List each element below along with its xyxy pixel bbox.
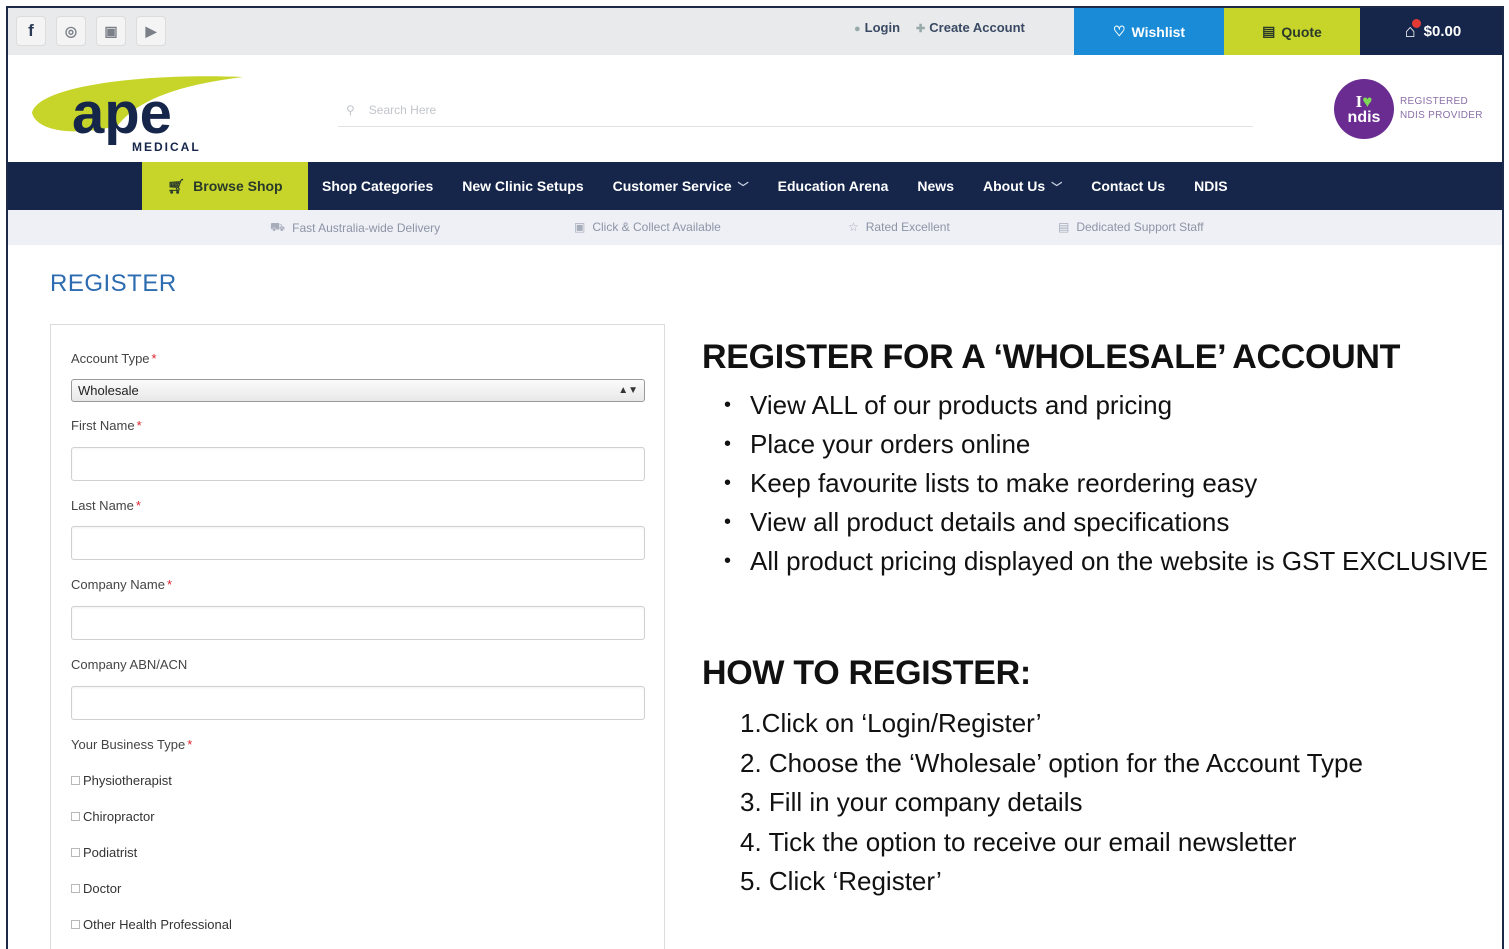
feature-support: ▤ Dedicated Support Staff [1058, 220, 1204, 234]
list-item: 1.Click on ‘Login/Register’ [740, 708, 1042, 738]
linkedin-icon[interactable]: ▣ [96, 16, 126, 46]
document-icon: ▤ [1262, 23, 1276, 39]
business-type-doctor[interactable]: Doctor [71, 881, 121, 896]
facebook-icon[interactable]: f [16, 16, 46, 46]
social-links: f ◎ ▣ ▶ [16, 16, 166, 46]
user-plus-icon: ✚ [916, 23, 926, 35]
logo-text: ape [72, 81, 172, 146]
browse-shop-button[interactable]: 🛒︎ Browse Shop [142, 162, 308, 210]
checkbox[interactable] [71, 848, 80, 857]
star-icon: ☆ [848, 220, 859, 234]
wholesale-heading: REGISTER FOR A ‘WHOLESALE’ ACCOUNT [702, 338, 1401, 376]
browser-frame: f ◎ ▣ ▶ ● Login ✚ Create Account ♡ Wishlis… [6, 6, 1504, 949]
list-item: Place your orders online [724, 425, 1488, 464]
logo-graphic: ape MEDICAL [32, 76, 243, 154]
support-icon: ▤ [1058, 220, 1070, 234]
page-title: REGISTER [50, 270, 177, 297]
quote-button[interactable]: ▤ Quote [1224, 8, 1360, 55]
business-type-label: Your Business Type * [71, 737, 193, 752]
select-arrows-icon: ▲▼ [618, 385, 638, 396]
nav-item-shop-categories[interactable]: Shop Categories [322, 178, 433, 194]
site-header: ape MEDICAL ⚲ Search Here I♥ ndis REGIST… [8, 55, 1502, 162]
business-type-other[interactable]: Other Health Professional [71, 917, 232, 932]
list-item: View ALL of our products and pricing [724, 386, 1488, 425]
store-icon: ▣ [574, 220, 586, 234]
ndis-badge: I♥ ndis REGISTERED NDIS PROVIDER [1334, 79, 1488, 139]
logo-subtext: MEDICAL [132, 140, 201, 154]
business-type-chiropractor[interactable]: Chiropractor [71, 809, 155, 824]
nav-item-contact-us[interactable]: Contact Us [1091, 178, 1165, 194]
list-item: 2. Choose the ‘Wholesale’ option for the… [740, 747, 1363, 778]
list-item: All product pricing displayed on the web… [724, 542, 1488, 581]
checkbox[interactable] [71, 884, 80, 893]
checkbox[interactable] [71, 776, 80, 785]
business-type-podiatrist[interactable]: Podiatrist [71, 845, 137, 860]
company-name-field[interactable] [71, 606, 645, 640]
first-name-field[interactable] [71, 447, 645, 481]
abn-field[interactable] [71, 686, 645, 720]
nav-items: Shop Categories New Clinic Setups Custom… [322, 162, 1228, 210]
create-account-link[interactable]: ✚ Create Account [916, 20, 1025, 35]
steps-list: 1.Click on ‘Login/Register’ 2. Choose th… [740, 704, 1363, 902]
user-icon: ● [854, 23, 861, 35]
business-type-physiotherapist[interactable]: Physiotherapist [71, 773, 172, 788]
main-nav: 🛒︎ Browse Shop Shop Categories New Clini… [8, 162, 1502, 210]
cart-count-badge [1411, 19, 1421, 28]
checkbox[interactable] [71, 920, 80, 929]
feature-delivery: ⛟ Fast Australia-wide Delivery [270, 220, 441, 235]
account-type-label: Account Type * [71, 351, 157, 366]
benefits-list: View ALL of our products and pricing Pla… [724, 386, 1488, 581]
top-bar: f ◎ ▣ ▶ ● Login ✚ Create Account ♡ Wishlis… [8, 8, 1502, 55]
company-name-label: Company Name * [71, 577, 172, 592]
features-strip: ⛟ Fast Australia-wide Delivery ▣ Click & C… [8, 210, 1502, 245]
list-item: View all product details and specificati… [724, 503, 1488, 542]
feature-click-collect: ▣ Click & Collect Available [574, 220, 721, 234]
list-item: 3. Fill in your company details [740, 787, 1083, 817]
chevron-down-icon: ﹀ [737, 181, 749, 194]
nav-item-education-arena[interactable]: Education Arena [778, 178, 889, 194]
search-bar[interactable]: ⚲ Search Here [338, 93, 1253, 127]
search-icon: ⚲ [346, 102, 355, 117]
nav-item-news[interactable]: News [917, 178, 954, 194]
feature-rated: ☆ Rated Excellent [848, 220, 950, 234]
nav-item-ndis[interactable]: NDIS [1194, 178, 1227, 194]
truck-icon: ⛟ [270, 220, 286, 234]
list-item: 5. Click ‘Register’ [740, 866, 942, 896]
register-form: Account Type * Wholesale ▲▼ First Name * L… [50, 324, 665, 949]
cart-icon: 🛒︎ [167, 177, 186, 194]
nav-item-new-clinic-setups[interactable]: New Clinic Setups [462, 178, 583, 194]
search-input[interactable]: Search Here [369, 103, 436, 117]
first-name-label: First Name * [71, 418, 142, 433]
cart-icon: ⌂ [1405, 19, 1421, 42]
youtube-icon[interactable]: ▶ [136, 16, 166, 46]
wishlist-button[interactable]: ♡ Wishlist [1074, 8, 1224, 55]
ndis-provider-text: REGISTERED NDIS PROVIDER [1400, 96, 1483, 121]
nav-item-customer-service[interactable]: Customer Service ﹀ [613, 178, 749, 195]
ape-medical-logo[interactable]: ape MEDICAL [28, 65, 248, 155]
last-name-label: Last Name * [71, 498, 141, 513]
account-links: ● Login ✚ Create Account [854, 20, 1025, 35]
cart-button[interactable]: ⌂ $0.00 [1360, 8, 1502, 55]
nav-item-about-us[interactable]: About Us ﹀ [983, 178, 1062, 195]
login-link[interactable]: ● Login [854, 20, 900, 35]
account-type-select[interactable]: Wholesale ▲▼ [71, 379, 645, 402]
heart-icon: ♥ [1362, 91, 1373, 111]
abn-label: Company ABN/ACN [71, 657, 188, 672]
heart-icon: ♡ [1112, 23, 1126, 39]
list-item: Keep favourite lists to make reordering … [724, 464, 1488, 503]
chevron-down-icon: ﹀ [1051, 181, 1063, 194]
list-item: 4. Tick the option to receive our email … [740, 826, 1297, 857]
checkbox[interactable] [71, 812, 80, 821]
instagram-icon[interactable]: ◎ [56, 16, 86, 46]
ndis-logo: I♥ ndis [1334, 79, 1394, 139]
how-to-heading: HOW TO REGISTER: [702, 654, 1031, 692]
last-name-field[interactable] [71, 526, 645, 560]
